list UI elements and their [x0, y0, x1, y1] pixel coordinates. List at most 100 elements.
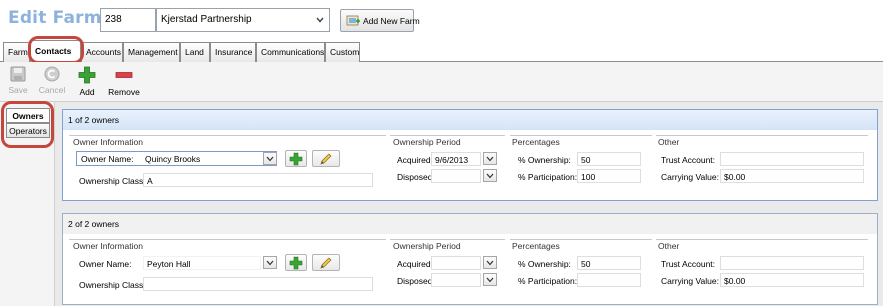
- tab-custom[interactable]: Custom: [325, 42, 360, 62]
- section-divider: [69, 135, 386, 136]
- pct-participation-label: % Participation:: [518, 172, 578, 182]
- other-heading: Other: [658, 137, 680, 147]
- page-title: Edit Farm: [8, 8, 102, 28]
- chevron-down-icon: [486, 173, 494, 179]
- tab-management[interactable]: Management: [123, 42, 180, 62]
- tab-communications[interactable]: Communications: [256, 42, 325, 62]
- trust-account-field[interactable]: [720, 256, 864, 270]
- tab-insurance[interactable]: Insurance: [210, 42, 256, 62]
- cancel-label: Cancel: [38, 85, 66, 95]
- disposed-label: Disposed:: [397, 276, 435, 286]
- acquired-label: Acquired:: [397, 155, 433, 165]
- section-divider: [656, 135, 868, 136]
- owner-information-heading: Owner Information: [73, 137, 143, 147]
- remove-button[interactable]: Remove: [106, 66, 142, 97]
- add-new-farm-button[interactable]: Add New Farm: [340, 9, 420, 32]
- ownership-class-field[interactable]: A: [143, 173, 373, 187]
- tab-accounts[interactable]: Accounts: [81, 42, 123, 62]
- acquired-date-field[interactable]: 9/6/2013: [431, 152, 481, 166]
- percentages-heading: Percentages: [512, 137, 560, 147]
- disposed-date-field[interactable]: [431, 169, 481, 183]
- save-button[interactable]: Save: [6, 66, 30, 95]
- percentages-heading: Percentages: [512, 241, 560, 251]
- remove-label: Remove: [108, 87, 140, 97]
- chevron-down-icon: [266, 156, 274, 162]
- section-divider: [69, 239, 386, 240]
- edit-owner-button[interactable]: [312, 150, 340, 167]
- disposed-date-dropdown[interactable]: [483, 273, 497, 286]
- disposed-date-field[interactable]: [431, 273, 481, 287]
- cancel-button[interactable]: Cancel: [36, 66, 68, 95]
- owner-name-select[interactable]: Owner Name: Quincy Brooks: [76, 151, 277, 166]
- add-farm-icon: [346, 15, 360, 26]
- pencil-icon: [320, 153, 332, 165]
- pencil-icon: [320, 257, 332, 269]
- pct-ownership-label: % Ownership:: [518, 155, 571, 165]
- disposed-date-dropdown[interactable]: [483, 169, 497, 182]
- chevron-down-icon: [316, 17, 324, 23]
- owner-name-dropdown[interactable]: [263, 152, 277, 165]
- farm-id-field[interactable]: 238: [100, 8, 156, 32]
- owner-name-value: Quincy Brooks: [145, 154, 201, 164]
- section-divider: [656, 239, 868, 240]
- trust-account-label: Trust Account:: [661, 155, 716, 165]
- disposed-label: Disposed:: [397, 172, 435, 182]
- owner-name-label: Owner Name:: [81, 154, 134, 164]
- add-new-farm-label: Add New Farm: [363, 16, 420, 26]
- ownership-period-heading: Ownership Period: [393, 241, 461, 251]
- cancel-icon: [44, 66, 60, 82]
- section-divider: [390, 239, 505, 240]
- plus-icon: [78, 66, 96, 84]
- trust-account-label: Trust Account:: [661, 259, 716, 269]
- owner-name-label: Owner Name:: [79, 259, 132, 269]
- carrying-value-label: Carrying Value:: [661, 276, 719, 286]
- subtab-highlight-ring: [1, 101, 54, 148]
- pct-ownership-label: % Ownership:: [518, 259, 571, 269]
- save-label: Save: [8, 85, 28, 95]
- ownership-class-label: Ownership Class:: [79, 176, 146, 186]
- trust-account-field[interactable]: [720, 152, 864, 166]
- owner-panel-header: 1 of 2 owners: [63, 110, 877, 130]
- pct-participation-field[interactable]: 100: [577, 169, 641, 183]
- add-button[interactable]: Add: [76, 66, 98, 97]
- acquired-date-dropdown[interactable]: [483, 152, 497, 165]
- section-divider: [510, 135, 652, 136]
- owner-name-select[interactable]: Peyton Hall: [143, 256, 261, 270]
- pct-ownership-field[interactable]: 50: [577, 152, 641, 166]
- owner-information-heading: Owner Information: [73, 241, 143, 251]
- edit-owner-button[interactable]: [312, 254, 340, 271]
- save-icon: [10, 66, 26, 82]
- owner-panel[interactable]: 2 of 2 owners Owner Information Owner Na…: [62, 213, 878, 305]
- add-label: Add: [79, 87, 95, 97]
- chevron-down-icon: [266, 260, 274, 266]
- pct-participation-label: % Participation:: [518, 276, 578, 286]
- chevron-down-icon: [486, 260, 494, 266]
- owner-panel-header: 2 of 2 owners: [63, 214, 877, 234]
- acquired-label: Acquired:: [397, 259, 433, 269]
- pct-ownership-field[interactable]: 50: [577, 256, 641, 270]
- section-divider: [510, 239, 652, 240]
- add-owner-button[interactable]: [285, 150, 307, 167]
- chevron-down-icon: [486, 156, 494, 162]
- acquired-date-dropdown[interactable]: [483, 256, 497, 269]
- carrying-value-field[interactable]: $0.00: [720, 169, 864, 183]
- chevron-down-icon: [486, 277, 494, 283]
- section-divider: [390, 135, 505, 136]
- contacts-tab-highlight-ring: [28, 36, 84, 64]
- plus-icon: [289, 152, 303, 166]
- carrying-value-label: Carrying Value:: [661, 172, 719, 182]
- other-heading: Other: [658, 241, 680, 251]
- ownership-period-heading: Ownership Period: [393, 137, 461, 147]
- tab-land[interactable]: Land: [180, 42, 210, 62]
- owner-name-dropdown[interactable]: [263, 256, 277, 269]
- farm-name-select[interactable]: Kjerstad Partnership: [156, 8, 330, 32]
- farm-name-value: Kjerstad Partnership: [161, 14, 252, 25]
- ownership-class-label: Ownership Class:: [79, 280, 146, 290]
- tab-farm[interactable]: Farm: [3, 42, 30, 62]
- acquired-date-field[interactable]: [431, 256, 481, 270]
- ownership-class-field[interactable]: [143, 277, 373, 291]
- add-owner-button[interactable]: [285, 254, 307, 271]
- owner-panel[interactable]: 1 of 2 owners Owner Information Owner Na…: [62, 109, 878, 201]
- pct-participation-field[interactable]: [577, 273, 641, 287]
- carrying-value-field[interactable]: $0.00: [720, 273, 864, 287]
